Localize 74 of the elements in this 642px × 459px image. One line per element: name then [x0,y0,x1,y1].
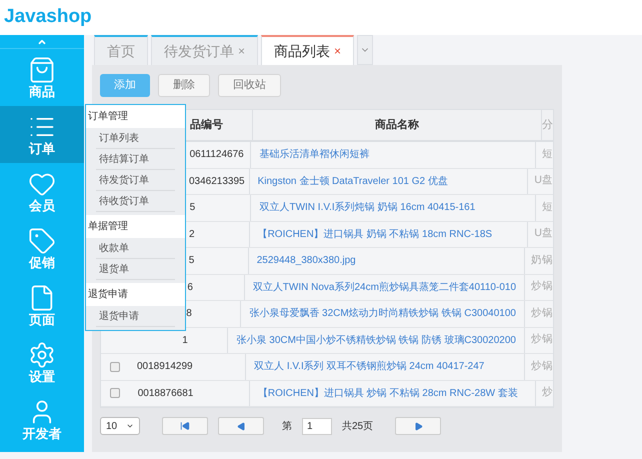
table-cell-text: 炒锅 [531,332,553,348]
sidebar-item[interactable]: 促销 [0,220,84,277]
table-cell-text: U盘 [534,173,553,188]
product-link[interactable]: 【ROICHEN】进口锅具 奶锅 不粘锅 18cm RNC-18S [258,226,492,242]
submenu-item[interactable]: 收款单 [96,238,175,259]
toolbar-button[interactable]: 删除 [158,74,210,97]
sidebar-item[interactable]: 开发者 [0,391,84,448]
tab[interactable]: 商品列表 × [261,35,354,65]
product-link[interactable]: 张小泉母爱飘香 32CM炫动力时尚精铁炒锅 铁锅 C30040100 [249,306,516,322]
table-cell-text: 0018876681 [138,386,194,401]
first-page-button[interactable] [162,417,208,435]
column-header: 商品名称 [253,110,542,140]
submenu-item[interactable]: 订单列表 [96,128,175,149]
next-page-button[interactable] [395,417,442,435]
table-cell-text: 0611124676 [190,148,244,162]
shopping-bag-icon [28,56,56,84]
page-size-select[interactable]: 10 [100,417,140,435]
previous-page-button[interactable] [218,417,264,435]
sidebar-item[interactable]: 订单 [0,106,84,163]
table-cell-text: 奶锅 [531,252,553,268]
table-cell-text: 炒 [542,385,553,400]
close-icon[interactable]: × [334,42,342,60]
page-total: 共25页 [342,420,374,434]
chevron-down-icon [126,422,134,430]
toolbar-button[interactable]: 添加 [100,74,150,97]
table-cell-text: 炒锅 [531,306,553,321]
table-cell-text: 5 [190,201,196,216]
column-header: 分 [542,118,553,133]
submenu-item[interactable]: 待收货订单 [96,191,175,212]
table-cell-text: 8 [186,307,192,322]
table-cell-text: 炒锅 [531,358,554,374]
tag-icon [28,226,56,254]
table-cell-text: 炒锅 [531,279,553,294]
table-cell-text: 短 [542,200,553,215]
table-cell-text: 6 [187,280,193,295]
table-cell-text: 短 [542,146,553,162]
table-cell-text: 0018914299 [136,360,193,374]
previous-page-icon [236,422,246,430]
table-cell-text: U盘 [534,226,553,242]
product-link[interactable]: 双立人TWIN I.V.I系列炖锅 奶锅 16cm 40415-161 [259,200,476,216]
table-cell-text: 1 [182,334,188,348]
product-link[interactable]: 张小泉 30CM中国小炒不锈精铁炒锅 铁锅 防锈 玻璃C30020200 [236,332,516,348]
submenu-item[interactable]: 退货单 [96,259,175,280]
product-link[interactable]: 双立人TWIN Nova系列24cm煎炒锅具蒸笼二件套40110-010 [252,280,516,295]
submenu-heading: 退货申请 [86,283,185,306]
tab[interactable]: 首页 [94,35,148,65]
toolbar-button[interactable]: 回收站 [218,74,281,97]
submenu-heading: 订单管理 [86,105,185,128]
page-label: 第 [282,420,292,434]
close-icon[interactable]: × [238,42,246,60]
product-link[interactable]: 【ROICHEN】进口锅具 炒锅 不粘锅 28cm RNC-28W 套装 [258,386,518,401]
next-page-icon [414,422,423,430]
table-cell-text: 0346213395 [188,174,245,189]
page-input[interactable]: 1 [302,418,332,434]
submenu-heading: 单据管理 [86,215,185,238]
submenu-item[interactable]: 待结算订单 [96,149,175,170]
product-link[interactable]: Kingston 金士顿 DataTraveler 101 G2 优盘 [258,174,448,189]
product-link[interactable]: 基础乐活清单褶休闲短裤 [259,147,370,162]
tab[interactable]: 待发货订单 × [151,35,258,65]
sidebar-item[interactable]: 页面 [0,277,84,334]
sidebar-item[interactable]: 商品 [0,49,84,106]
tab-menu-button[interactable] [357,35,374,65]
logo: Javashop [4,5,92,30]
row-checkbox[interactable] [110,362,120,372]
settings-icon [28,340,56,368]
row-checkbox[interactable] [110,388,120,398]
product-link[interactable]: 2529448_380x380.jpg [256,253,356,268]
sidebar-item[interactable]: 设置 [0,334,84,391]
table-cell-text: 5 [188,254,194,268]
submenu-item[interactable]: 待发货订单 [96,170,175,191]
sidebar-item[interactable]: 会员 [0,163,84,220]
first-page-icon [180,421,190,431]
table-cell-text: 2 [188,228,195,242]
product-link[interactable]: 双立人 I.V.I系列 双耳不锈钢煎炒锅 24cm 40417-247 [254,359,484,374]
